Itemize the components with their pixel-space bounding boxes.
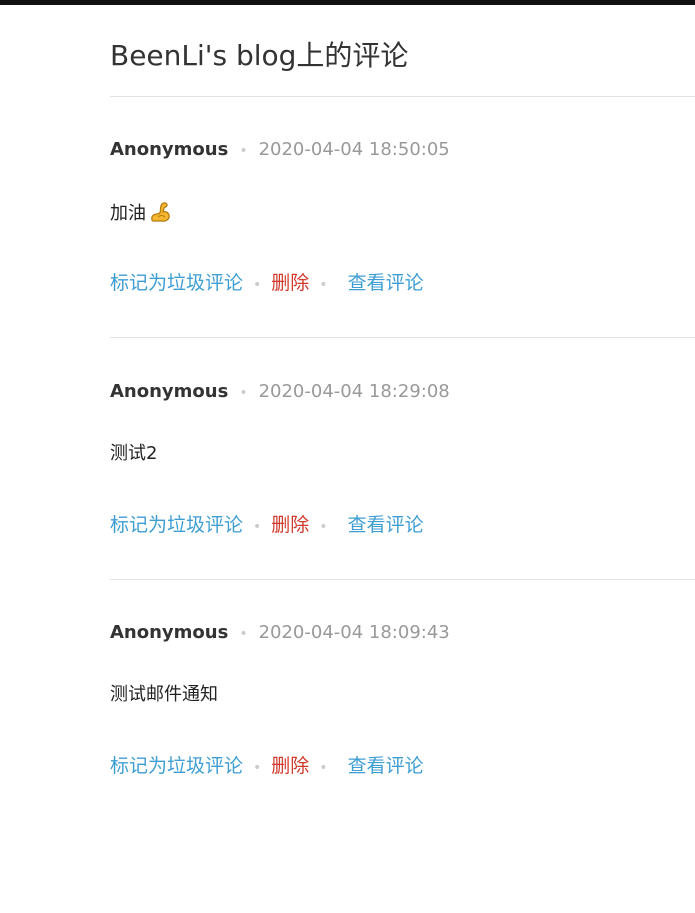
view-comment-link[interactable]: 查看评论 — [348, 272, 424, 294]
delete-link[interactable]: 删除 — [271, 272, 309, 294]
comment-date: 2020-04-04 18:09:43 — [258, 622, 450, 643]
comment-actions: 标记为垃圾评论 • 删除 • 查看评论 — [110, 513, 424, 539]
comment-author: Anonymous — [110, 139, 229, 160]
comment-body: 测试邮件通知 — [110, 683, 218, 707]
comment-item: Anonymous • 2020-04-04 18:09:43 测试邮件通知 标记为… — [110, 579, 695, 820]
mark-as-spam-link[interactable]: 标记为垃圾评论 — [110, 514, 243, 536]
action-separator: • — [253, 277, 262, 293]
comment-actions: 标记为垃圾评论 • 删除 • 查看评论 — [110, 271, 424, 297]
action-separator: • — [253, 760, 262, 776]
action-separator: • — [319, 519, 328, 535]
comment-date: 2020-04-04 18:50:05 — [258, 139, 450, 160]
mark-as-spam-link[interactable]: 标记为垃圾评论 — [110, 755, 243, 777]
comment-text: 测试2 — [110, 443, 158, 464]
comment-body: 加油 — [110, 200, 172, 226]
meta-separator: • — [239, 626, 248, 642]
comment-author: Anonymous — [110, 622, 229, 643]
comment-text: 测试邮件通知 — [110, 684, 218, 705]
comment-meta: Anonymous • 2020-04-04 18:09:43 — [110, 621, 450, 646]
action-separator: • — [319, 277, 328, 293]
comment-text: 加油 — [110, 203, 146, 224]
flexed-biceps-icon — [151, 202, 170, 222]
comment-meta: Anonymous • 2020-04-04 18:29:08 — [110, 380, 450, 405]
view-comment-link[interactable]: 查看评论 — [348, 514, 424, 536]
action-separator: • — [253, 519, 262, 535]
meta-separator: • — [239, 385, 248, 401]
view-comment-link[interactable]: 查看评论 — [348, 755, 424, 777]
action-separator: • — [319, 760, 328, 776]
comment-actions: 标记为垃圾评论 • 删除 • 查看评论 — [110, 754, 424, 780]
delete-link[interactable]: 删除 — [271, 755, 309, 777]
comment-meta: Anonymous • 2020-04-04 18:50:05 — [110, 138, 450, 163]
comment-author: Anonymous — [110, 381, 229, 402]
delete-link[interactable]: 删除 — [271, 514, 309, 536]
comment-item: Anonymous • 2020-04-04 18:29:08 测试2 标记为垃圾评… — [110, 338, 695, 579]
comment-item: Anonymous • 2020-04-04 18:50:05 加油 标记为垃圾评论… — [110, 96, 695, 337]
top-bar — [0, 0, 695, 5]
comment-date: 2020-04-04 18:29:08 — [258, 381, 450, 402]
comment-body: 测试2 — [110, 442, 157, 466]
page-title: BeenLi's blog上的评论 — [110, 39, 409, 72]
mark-as-spam-link[interactable]: 标记为垃圾评论 — [110, 272, 243, 294]
meta-separator: • — [239, 143, 248, 159]
